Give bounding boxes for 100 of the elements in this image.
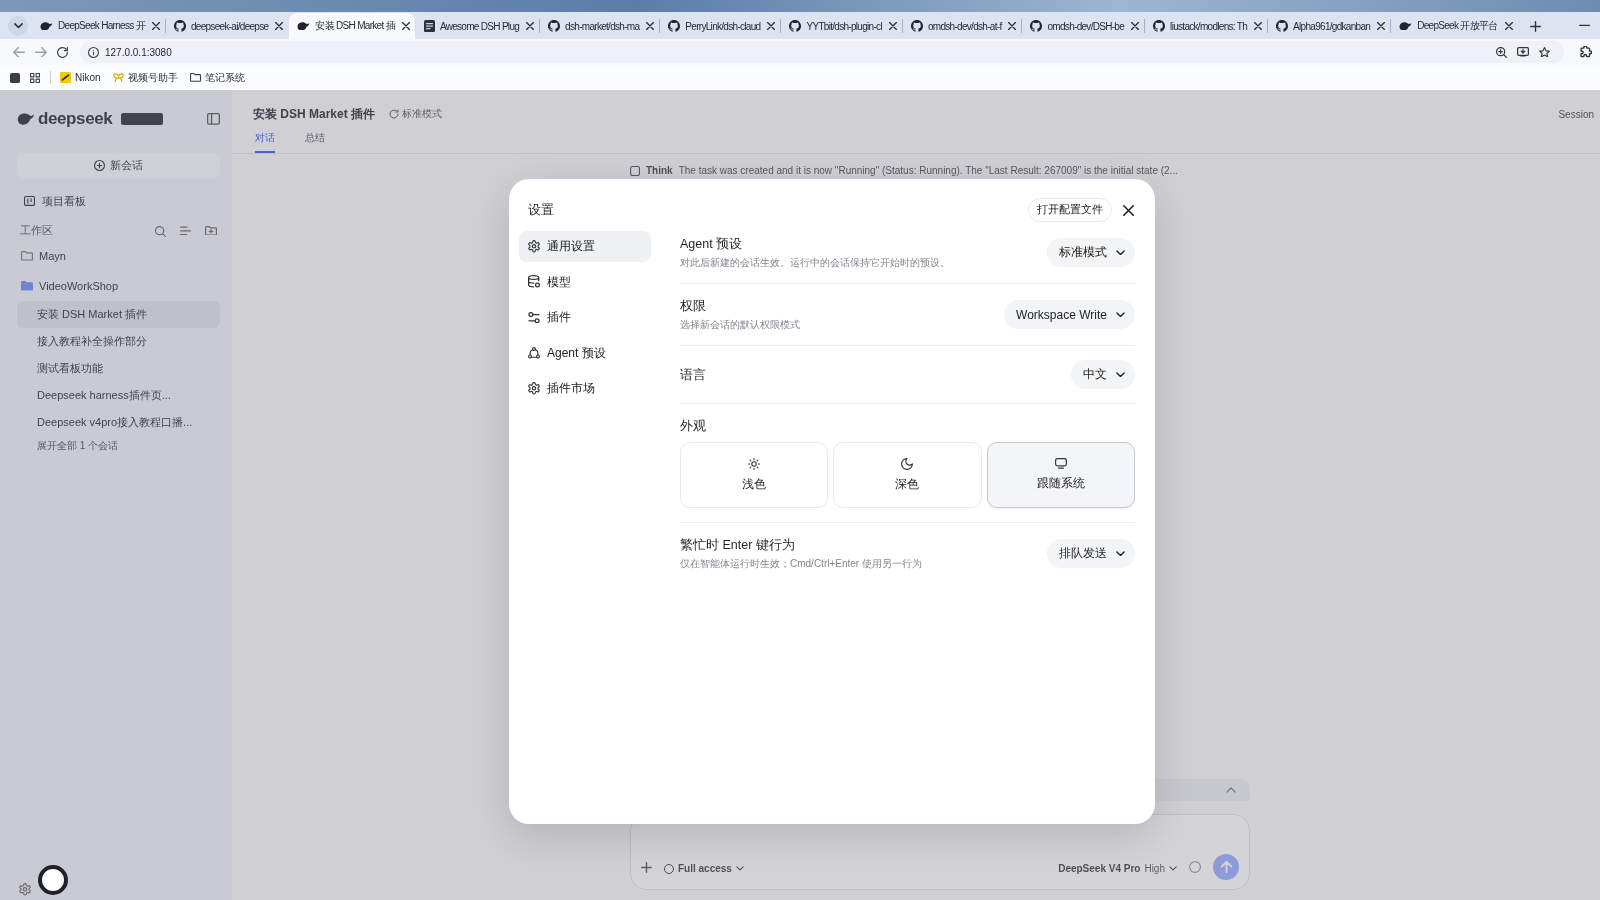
dropdown[interactable]: Workspace Write [1004,300,1135,329]
session-item[interactable]: Deepseek v4pro接入教程口播... [17,409,220,436]
square-icon[interactable] [10,72,20,83]
theme-option[interactable]: 跟随系统 [986,442,1135,508]
chevron-down-icon [13,23,23,29]
new-chat-button[interactable]: 新会话 [17,153,220,178]
open-config-button[interactable]: 打开配置文件 [1028,198,1112,222]
cat-icon [789,20,802,32]
grid-icon[interactable] [30,72,40,83]
close-icon[interactable] [151,22,160,30]
install-app-icon[interactable] [1517,46,1529,58]
nav-item[interactable]: 模型 [519,266,651,298]
browser-tab[interactable]: DeepSeek Harness 开 [32,13,165,39]
close-icon[interactable] [1504,22,1513,30]
plus-circle-icon [94,160,105,171]
browser-tab[interactable]: dsh-market/dsh-ma [540,13,660,39]
project-item[interactable]: Mayn [17,241,220,271]
folder-plus-icon[interactable] [205,225,217,236]
sun-icon [748,457,761,470]
project-item[interactable]: VideoWorkShop [17,271,220,301]
browser-tab[interactable]: deepseek-ai/deepse [165,13,289,39]
nav-item[interactable]: Agent 预设 [519,337,651,369]
sidebar-item[interactable]: 项目看板 [17,191,220,211]
lines-icon[interactable] [180,225,191,236]
butterfly-icon [112,72,124,83]
theme-option[interactable]: 深色 [833,442,982,508]
bookmark[interactable]: Nikon [60,72,101,83]
close-icon[interactable] [1254,22,1263,30]
browser-tab[interactable]: liustack/modlens: Th [1145,13,1268,39]
bookmark[interactable]: 笔记系统 [189,70,245,85]
close-icon[interactable] [401,22,410,30]
browser-tab[interactable]: Alpha961/gdkanban [1268,13,1391,39]
whale-icon [1399,21,1413,31]
chevron-down-icon [1116,550,1125,557]
close-icon[interactable] [767,22,776,30]
dropdown[interactable]: 排队发送 [1047,539,1135,568]
view-tab[interactable]: 对话 [255,131,275,153]
setting-description: 对此后新建的会话生效。运行中的会话保持它开始时的预设。 [680,256,950,269]
view-tab[interactable]: 总结 [305,131,325,153]
settings-icon[interactable] [19,883,31,896]
minimize-icon[interactable] [1579,24,1590,27]
browser-tab[interactable]: omdsh-dev/DSH-be [1022,13,1145,39]
browser-tab[interactable]: omdsh-dev/dsh-at-f [902,13,1022,39]
access-selector[interactable]: Full access [664,863,744,874]
browser-tab[interactable]: PerryLink/dsh-claud [660,13,781,39]
browser-tab[interactable]: YYTbit/dsh-plugin-cl [781,13,902,39]
close-icon[interactable] [275,22,284,30]
nav-item[interactable]: 插件 [519,302,651,333]
folder-icon [189,73,201,82]
session-item[interactable]: 安装 DSH Market 插件 [17,301,220,328]
cat-icon [1153,20,1166,32]
folder-icon [21,251,33,261]
new-tab-icon[interactable] [1529,21,1541,32]
puzzle-icon[interactable] [1580,45,1592,59]
close-icon[interactable] [646,22,655,30]
monitor-icon [1054,458,1067,469]
setting-description: 选择新会话的默认权限模式 [680,318,800,331]
whale-icon [40,21,53,31]
close-icon[interactable] [1377,22,1386,30]
nodes-icon [528,347,540,359]
folder-icon [21,281,33,291]
browser-tab[interactable]: Awesome DSH Plug [415,13,540,39]
setting-description: 仅在智能体运行时生效；Cmd/Ctrl+Enter 使用另一行为 [680,557,922,570]
setting-title: 语言 [680,366,706,383]
sidebar-panel-icon[interactable] [207,113,220,125]
dropdown[interactable]: 标准模式 [1047,238,1135,267]
nav-item[interactable]: 通用设置 [519,231,651,262]
setting-title: Agent 预设 [680,236,744,252]
session-item[interactable]: Deepseek harness插件页... [17,382,220,409]
model-selector[interactable]: DeepSeek V4 Pro High [1058,863,1177,874]
session-item[interactable]: 接入教程补全操作部分 [17,328,220,355]
browser-tab[interactable]: 安装 DSH Market 插 [289,13,415,39]
dropdown[interactable]: 中文 [1071,360,1135,389]
address-bar[interactable]: 127.0.0.1:3080 [80,41,1564,63]
tab-search-button[interactable] [8,16,28,36]
close-icon [1123,204,1134,216]
section-title: 外观 [680,418,707,434]
mode-label: 标准模式 [402,107,443,121]
browser-tab[interactable]: DeepSeek 开放平台 [1391,13,1518,39]
zoom-icon[interactable] [1496,46,1507,58]
settings-icon [528,240,540,253]
cat-icon [548,20,561,32]
theme-option[interactable]: 浅色 [680,442,829,508]
close-icon[interactable] [888,22,897,30]
cat-icon [173,20,186,32]
close-icon[interactable] [1131,22,1140,30]
session-item[interactable]: 测试看板功能 [17,355,220,382]
whale-icon [17,112,35,126]
close-icon[interactable] [1008,22,1017,30]
section-label: 工作区 [20,224,53,238]
search-icon[interactable] [155,225,166,237]
bookmark[interactable]: 视频号助手 [112,70,178,85]
close-button[interactable] [1122,203,1135,217]
nav-item[interactable]: 插件市场 [519,373,651,404]
show-more-link[interactable]: 展开全部 1 个会话 [17,436,220,456]
reload-icon[interactable] [57,46,68,58]
star-icon[interactable] [1539,46,1550,58]
chevron-down-icon [1116,371,1125,378]
plus-icon[interactable] [641,862,652,873]
close-icon[interactable] [526,22,535,30]
